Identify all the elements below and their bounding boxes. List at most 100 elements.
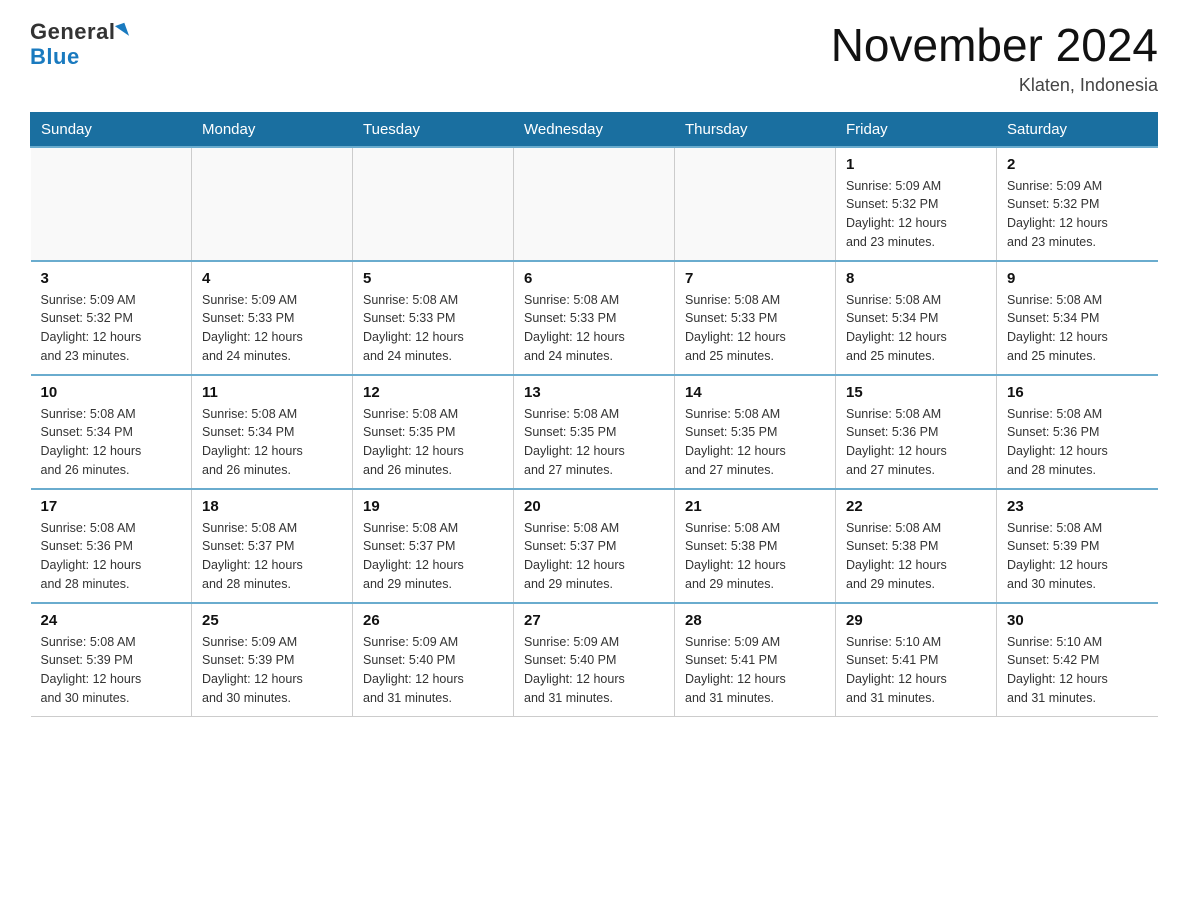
day-cell: 29 Sunrise: 5:10 AM Sunset: 5:41 PM Dayli… [836, 603, 997, 717]
day-info: Sunrise: 5:09 AM Sunset: 5:33 PM Dayligh… [202, 293, 303, 363]
day-info: Sunrise: 5:08 AM Sunset: 5:37 PM Dayligh… [363, 521, 464, 591]
day-info: Sunrise: 5:08 AM Sunset: 5:35 PM Dayligh… [363, 407, 464, 477]
day-cell: 27 Sunrise: 5:09 AM Sunset: 5:40 PM Dayli… [514, 603, 675, 717]
day-cell: 5Sunrise: 5:08 AM Sunset: 5:33 PM Daylig… [353, 261, 514, 375]
header-cell-friday: Friday [836, 112, 997, 147]
day-info: Sunrise: 5:08 AM Sunset: 5:36 PM Dayligh… [846, 407, 947, 477]
day-number: 15 [846, 384, 986, 401]
logo: General Blue [30, 20, 127, 70]
day-info: Sunrise: 5:08 AM Sunset: 5:39 PM Dayligh… [41, 635, 142, 705]
day-info: Sunrise: 5:08 AM Sunset: 5:35 PM Dayligh… [685, 407, 786, 477]
day-number: 21 [685, 498, 825, 515]
day-info: Sunrise: 5:09 AM Sunset: 5:40 PM Dayligh… [363, 635, 464, 705]
day-cell: 26 Sunrise: 5:09 AM Sunset: 5:40 PM Dayli… [353, 603, 514, 717]
day-cell [514, 147, 675, 261]
day-number: 19 [363, 498, 503, 515]
day-cell: 11 Sunrise: 5:08 AM Sunset: 5:34 PM Dayli… [192, 375, 353, 489]
day-cell: 6 Sunrise: 5:08 AM Sunset: 5:33 PM Daylig… [514, 261, 675, 375]
week-row: 17Sunrise: 5:08 AM Sunset: 5:36 PM Dayli… [31, 489, 1158, 603]
header-cell-sunday: Sunday [31, 112, 192, 147]
day-cell: 19 Sunrise: 5:08 AM Sunset: 5:37 PM Dayli… [353, 489, 514, 603]
day-info: Sunrise: 5:09 AM Sunset: 5:32 PM Dayligh… [1007, 179, 1108, 249]
day-cell: 28 Sunrise: 5:09 AM Sunset: 5:41 PM Dayli… [675, 603, 836, 717]
day-number: 12 [363, 384, 503, 401]
day-number: 8 [846, 270, 986, 287]
day-cell: 3Sunrise: 5:09 AM Sunset: 5:32 PM Daylig… [31, 261, 192, 375]
day-number: 25 [202, 612, 342, 629]
day-number: 18 [202, 498, 342, 515]
day-number: 11 [202, 384, 342, 401]
day-number: 13 [524, 384, 664, 401]
day-info: Sunrise: 5:08 AM Sunset: 5:33 PM Dayligh… [524, 293, 625, 363]
day-number: 26 [363, 612, 503, 629]
day-info: Sunrise: 5:10 AM Sunset: 5:41 PM Dayligh… [846, 635, 947, 705]
calendar-title: November 2024 [831, 20, 1158, 71]
day-info: Sunrise: 5:08 AM Sunset: 5:35 PM Dayligh… [524, 407, 625, 477]
week-row: 10Sunrise: 5:08 AM Sunset: 5:34 PM Dayli… [31, 375, 1158, 489]
day-info: Sunrise: 5:08 AM Sunset: 5:36 PM Dayligh… [1007, 407, 1108, 477]
week-row: 3Sunrise: 5:09 AM Sunset: 5:32 PM Daylig… [31, 261, 1158, 375]
header-cell-monday: Monday [192, 112, 353, 147]
day-number: 1 [846, 156, 986, 173]
day-cell: 25 Sunrise: 5:09 AM Sunset: 5:39 PM Dayli… [192, 603, 353, 717]
day-cell: 15 Sunrise: 5:08 AM Sunset: 5:36 PM Dayli… [836, 375, 997, 489]
day-info: Sunrise: 5:08 AM Sunset: 5:39 PM Dayligh… [1007, 521, 1108, 591]
header-cell-saturday: Saturday [997, 112, 1158, 147]
day-number: 6 [524, 270, 664, 287]
day-cell: 1 Sunrise: 5:09 AM Sunset: 5:32 PM Daylig… [836, 147, 997, 261]
day-cell: 13 Sunrise: 5:08 AM Sunset: 5:35 PM Dayli… [514, 375, 675, 489]
day-number: 23 [1007, 498, 1148, 515]
day-cell: 14Sunrise: 5:08 AM Sunset: 5:35 PM Dayli… [675, 375, 836, 489]
day-cell: 21Sunrise: 5:08 AM Sunset: 5:38 PM Dayli… [675, 489, 836, 603]
day-info: Sunrise: 5:08 AM Sunset: 5:34 PM Dayligh… [1007, 293, 1108, 363]
day-cell: 10Sunrise: 5:08 AM Sunset: 5:34 PM Dayli… [31, 375, 192, 489]
day-cell: 23 Sunrise: 5:08 AM Sunset: 5:39 PM Dayli… [997, 489, 1158, 603]
day-cell: 20 Sunrise: 5:08 AM Sunset: 5:37 PM Dayli… [514, 489, 675, 603]
day-cell: 30 Sunrise: 5:10 AM Sunset: 5:42 PM Dayli… [997, 603, 1158, 717]
day-cell [353, 147, 514, 261]
location-text: Klaten, Indonesia [831, 75, 1158, 96]
day-info: Sunrise: 5:08 AM Sunset: 5:33 PM Dayligh… [685, 293, 786, 363]
day-cell: 8 Sunrise: 5:08 AM Sunset: 5:34 PM Daylig… [836, 261, 997, 375]
day-number: 27 [524, 612, 664, 629]
day-info: Sunrise: 5:08 AM Sunset: 5:34 PM Dayligh… [846, 293, 947, 363]
day-info: Sunrise: 5:08 AM Sunset: 5:37 PM Dayligh… [524, 521, 625, 591]
day-number: 29 [846, 612, 986, 629]
day-cell: 7Sunrise: 5:08 AM Sunset: 5:33 PM Daylig… [675, 261, 836, 375]
day-info: Sunrise: 5:08 AM Sunset: 5:33 PM Dayligh… [363, 293, 464, 363]
day-number: 16 [1007, 384, 1148, 401]
day-info: Sunrise: 5:09 AM Sunset: 5:41 PM Dayligh… [685, 635, 786, 705]
day-info: Sunrise: 5:09 AM Sunset: 5:39 PM Dayligh… [202, 635, 303, 705]
day-info: Sunrise: 5:09 AM Sunset: 5:40 PM Dayligh… [524, 635, 625, 705]
day-number: 24 [41, 612, 182, 629]
day-cell: 18 Sunrise: 5:08 AM Sunset: 5:37 PM Dayli… [192, 489, 353, 603]
day-number: 3 [41, 270, 182, 287]
day-cell: 4 Sunrise: 5:09 AM Sunset: 5:33 PM Daylig… [192, 261, 353, 375]
logo-blue-text: Blue [30, 44, 80, 70]
day-number: 17 [41, 498, 182, 515]
calendar-header: SundayMondayTuesdayWednesdayThursdayFrid… [31, 112, 1158, 147]
calendar-table: SundayMondayTuesdayWednesdayThursdayFrid… [30, 112, 1158, 717]
day-number: 30 [1007, 612, 1148, 629]
day-cell: 2Sunrise: 5:09 AM Sunset: 5:32 PM Daylig… [997, 147, 1158, 261]
day-number: 28 [685, 612, 825, 629]
day-cell: 22Sunrise: 5:08 AM Sunset: 5:38 PM Dayli… [836, 489, 997, 603]
day-info: Sunrise: 5:09 AM Sunset: 5:32 PM Dayligh… [846, 179, 947, 249]
day-number: 20 [524, 498, 664, 515]
day-cell: 24 Sunrise: 5:08 AM Sunset: 5:39 PM Dayli… [31, 603, 192, 717]
page-header: General Blue November 2024 Klaten, Indon… [30, 20, 1158, 96]
day-number: 4 [202, 270, 342, 287]
header-cell-wednesday: Wednesday [514, 112, 675, 147]
day-cell [31, 147, 192, 261]
day-info: Sunrise: 5:10 AM Sunset: 5:42 PM Dayligh… [1007, 635, 1108, 705]
day-info: Sunrise: 5:08 AM Sunset: 5:37 PM Dayligh… [202, 521, 303, 591]
day-cell [675, 147, 836, 261]
day-number: 22 [846, 498, 986, 515]
week-row: 24 Sunrise: 5:08 AM Sunset: 5:39 PM Dayli… [31, 603, 1158, 717]
calendar-body: 1 Sunrise: 5:09 AM Sunset: 5:32 PM Daylig… [31, 147, 1158, 717]
header-cell-tuesday: Tuesday [353, 112, 514, 147]
title-area: November 2024 Klaten, Indonesia [831, 20, 1158, 96]
day-info: Sunrise: 5:08 AM Sunset: 5:34 PM Dayligh… [202, 407, 303, 477]
day-cell: 17Sunrise: 5:08 AM Sunset: 5:36 PM Dayli… [31, 489, 192, 603]
day-info: Sunrise: 5:08 AM Sunset: 5:34 PM Dayligh… [41, 407, 142, 477]
